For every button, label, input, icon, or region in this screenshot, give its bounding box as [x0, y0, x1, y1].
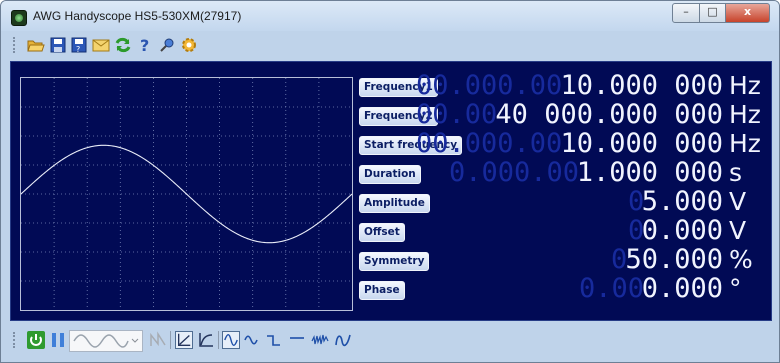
settings-icon[interactable]: [180, 36, 198, 54]
toolbar-separator: [170, 331, 171, 349]
save-as-icon[interactable]: ?: [70, 36, 88, 54]
param-label[interactable]: Phase: [359, 281, 405, 300]
toolbar-separator: [218, 331, 219, 349]
param-ghost-digits: 0.00: [579, 273, 645, 304]
waveform-preview: [20, 77, 353, 311]
noise-icon[interactable]: [149, 331, 167, 349]
maximize-button[interactable]: □: [699, 3, 726, 23]
title-bar: AWG Handyscope HS5-530XM(27917) – □ x: [1, 1, 779, 31]
param-label[interactable]: Amplitude: [359, 194, 430, 213]
svg-text:?: ?: [76, 45, 80, 54]
waveform-grid: [21, 78, 352, 310]
toolbar: ? ?: [9, 31, 771, 59]
sine-trace: [21, 144, 352, 244]
save-icon[interactable]: [49, 36, 67, 54]
arbitrary-icon[interactable]: [334, 331, 352, 349]
param-value[interactable]: 0.000: [642, 275, 723, 303]
param-unit: s: [729, 158, 743, 187]
param-unit: V: [729, 187, 747, 216]
param-ghost-digits: 0: [611, 244, 628, 275]
param-ghost-digits: 0: [628, 215, 645, 246]
param-unit: Hz: [729, 100, 761, 129]
param-ghost-digits: 0: [628, 186, 645, 217]
power-icon[interactable]: [27, 331, 45, 349]
refresh-icon[interactable]: [114, 36, 132, 54]
param-label[interactable]: Offset: [359, 223, 405, 242]
sweep-log-icon[interactable]: [197, 331, 215, 349]
window-title: AWG Handyscope HS5-530XM(27917): [33, 9, 242, 23]
triangle-icon[interactable]: [243, 331, 261, 349]
toolbar-grip[interactable]: [13, 37, 18, 53]
param-unit: °: [729, 274, 742, 303]
param-unit: %: [729, 245, 753, 274]
main-window: AWG Handyscope HS5-530XM(27917) – □ x ? …: [0, 0, 780, 363]
app-logo-icon: [11, 10, 27, 26]
param-ghost-digits: 0.000.00: [449, 157, 580, 188]
noise-wave-icon[interactable]: [311, 331, 329, 349]
param-ghost-digits: 00.000.00: [416, 128, 563, 159]
param-value[interactable]: 0.000: [642, 217, 723, 245]
param-unit: Hz: [729, 129, 761, 158]
param-unit: Hz: [729, 71, 761, 100]
open-folder-icon[interactable]: [27, 36, 45, 54]
param-ghost-digits: 00.000.00: [416, 70, 563, 101]
param-label[interactable]: Duration: [359, 165, 421, 184]
param-value[interactable]: 10.000 000: [560, 130, 723, 158]
param-value[interactable]: 1.000 000: [577, 159, 723, 187]
email-icon[interactable]: [92, 36, 110, 54]
param-value[interactable]: 5.000: [642, 188, 723, 216]
bottom-toolbar-grip[interactable]: [13, 332, 18, 348]
close-button[interactable]: x: [725, 3, 770, 23]
waveform-select[interactable]: [69, 330, 143, 352]
param-unit: V: [729, 216, 747, 245]
svg-text:?: ?: [140, 36, 149, 54]
sine-icon[interactable]: [222, 331, 240, 349]
param-label[interactable]: Symmetry: [359, 252, 430, 271]
sweep-linear-icon[interactable]: [175, 331, 193, 349]
square-icon[interactable]: [265, 331, 283, 349]
param-value[interactable]: 10.000 000: [560, 72, 723, 100]
help-icon[interactable]: ?: [136, 36, 154, 54]
param-value[interactable]: 40 000.000 000: [495, 101, 723, 129]
param-value[interactable]: 50.000: [625, 246, 723, 274]
param-ghost-digits: 00.00: [416, 99, 498, 130]
waveform-preview-icon: [73, 334, 139, 348]
pause-icon[interactable]: [49, 331, 67, 349]
pin-icon[interactable]: [158, 36, 176, 54]
dc-icon[interactable]: [288, 331, 306, 349]
signal-toolbar: [9, 323, 771, 357]
minimize-button[interactable]: –: [672, 3, 700, 23]
